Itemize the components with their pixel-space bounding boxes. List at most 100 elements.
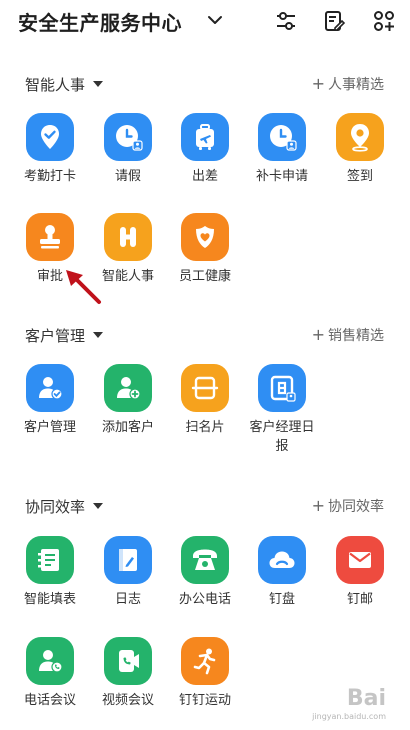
app-label: 考勤打卡 [23,169,76,184]
caret-down-icon[interactable] [93,81,103,87]
app-label: 钉邮 [346,592,373,607]
app-video-conference[interactable]: 视频会议 [90,637,166,710]
cloud-icon [269,551,295,568]
caret-down-icon[interactable] [93,503,103,509]
app-icon-bg [258,113,306,161]
app-icon-bg [181,113,229,161]
header: 安全生产服务中心 [0,0,410,44]
app-smart-form[interactable]: 智能填表 [12,536,88,609]
plus-icon: + [311,325,325,344]
app-icon-bg [26,637,74,685]
app-label: 钉盘 [268,592,295,607]
h-letter-icon [120,227,136,247]
section-title: 协同效率 [25,498,86,516]
section-action-label: 销售精选 [328,328,384,344]
app-business-trip[interactable]: 出差 [167,113,243,186]
app-log[interactable]: 日志 [90,536,166,609]
app-leave[interactable]: 请假 [90,113,166,186]
app-label: 客户经理日报 [249,420,315,454]
app-icon-bg [104,637,152,685]
app-icon-bg [336,113,384,161]
section-action-link[interactable]: + 销售精选 [312,325,384,345]
running-icon [193,648,216,675]
app-phone-conference[interactable]: 电话会议 [12,637,88,710]
app-icon-bg [104,113,152,161]
section-header-crm: 客户管理 + 销售精选 [0,323,410,347]
arrow-annotation-icon [66,270,101,304]
app-icon-bg [26,213,74,261]
app-label: 视频会议 [101,693,154,708]
app-label: 补卡申请 [255,169,308,184]
app-label: 添加客户 [101,420,154,435]
user-check-icon [39,377,63,400]
app-customer-management[interactable]: 客户管理 [12,364,88,437]
app-label: 客户管理 [23,420,76,435]
app-label: 员工健康 [178,269,231,284]
app-scan-business-card[interactable]: 扫名片 [167,364,243,437]
app-ding-mail[interactable]: 钉邮 [322,536,398,609]
app-label: 扫名片 [185,420,225,435]
caret-down-icon[interactable] [93,332,103,338]
section-header-collab: 协同效率 + 协同效率 [0,494,410,518]
section-action-label: 协同效率 [328,499,384,515]
app-label: 办公电话 [178,592,231,607]
plus-icon: + [311,496,325,515]
app-attendance[interactable]: 考勤打卡 [12,113,88,186]
section-title: 智能人事 [25,76,86,94]
sliders-icon[interactable] [274,9,298,33]
app-employee-health[interactable]: 员工健康 [167,213,243,286]
app-manager-daily-report[interactable]: 客户经理日报 [244,364,320,456]
location-pin-icon [351,124,369,152]
app-icon-bg [258,364,306,412]
desk-phone-icon [193,549,217,570]
clock-user-icon [270,125,297,151]
app-clock-in-correction[interactable]: 补卡申请 [244,113,320,186]
suitcase-plane-icon [196,124,214,150]
app-icon-bg [104,536,152,584]
clock-user-icon [116,125,143,151]
app-add-customer[interactable]: 添加客户 [90,364,166,437]
app-icon-bg [181,536,229,584]
app-dingtalk-sports[interactable]: 钉钉运动 [167,637,243,710]
app-label: 钉钉运动 [178,693,231,708]
app-label: 日志 [114,592,141,607]
user-add-icon [117,377,141,400]
app-icon-bg [26,113,74,161]
app-label: 请假 [114,169,141,184]
notebook-icon [119,549,137,571]
watermark-text: Bai [346,686,386,711]
grid-add-icon[interactable] [372,9,396,33]
app-icon-bg [26,364,74,412]
heart-shield-icon [196,226,214,248]
section-action-label: 人事精选 [328,77,384,93]
app-check-in[interactable]: 签到 [322,113,398,186]
form-icon [38,549,59,571]
section-action-link[interactable]: + 人事精选 [312,74,384,94]
calendar-day-icon [270,375,296,402]
video-phone-icon [119,650,139,672]
app-icon-bg [104,364,152,412]
app-label: 电话会议 [23,693,76,708]
app-icon-bg [26,536,74,584]
app-icon-bg [181,637,229,685]
app-label: 签到 [346,169,373,184]
app-office-phone[interactable]: 办公电话 [167,536,243,609]
app-icon-bg [258,536,306,584]
section-title: 客户管理 [25,327,86,345]
edit-checklist-icon[interactable] [322,9,346,33]
chevron-down-icon[interactable] [207,12,223,28]
mail-icon [349,552,371,568]
section-header-hr: 智能人事 + 人事精选 [0,72,410,96]
app-label: 出差 [191,169,218,184]
app-icon-bg [336,536,384,584]
app-icon-bg [181,213,229,261]
section-action-link[interactable]: + 协同效率 [312,496,384,516]
stamp-icon [40,225,60,249]
app-ding-disk[interactable]: 钉盘 [244,536,320,609]
scan-card-icon [191,376,219,400]
plus-icon: + [311,74,325,93]
app-icon-bg [104,213,152,261]
location-check-icon [41,125,59,149]
page-title[interactable]: 安全生产服务中心 [18,7,182,36]
user-phone-icon [39,650,63,673]
